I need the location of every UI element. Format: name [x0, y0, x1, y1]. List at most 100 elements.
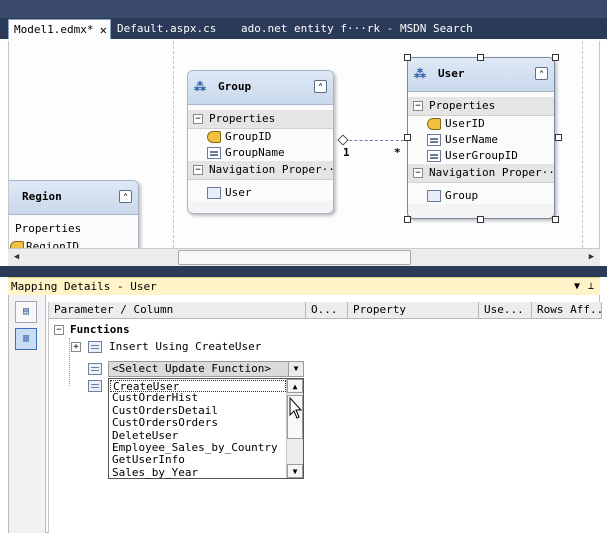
collapse-section-icon[interactable]: − [413, 168, 423, 178]
entity-user[interactable]: ⁂ User ⌃ − Properties UserID UserName Us… [407, 57, 555, 219]
property-name: GroupID [225, 130, 272, 143]
entity-header[interactable]: Region ⌃ [9, 181, 138, 215]
property-name: UserGroupID [445, 149, 518, 162]
map-to-functions-button[interactable]: ▥ [15, 328, 37, 350]
property-icon [427, 150, 441, 162]
selection-handle[interactable] [555, 134, 562, 141]
property-row[interactable]: UserID [408, 116, 554, 132]
entity-designer-surface[interactable]: Region ⌃ Properties RegionID ⁂ Group ⌃ −… [8, 41, 600, 266]
function-icon [88, 341, 102, 353]
designer-horizontal-scrollbar[interactable]: ◀ ▶ [8, 248, 600, 266]
section-label: Properties [429, 99, 496, 112]
property-name: GroupName [225, 146, 285, 159]
pin-icon[interactable]: ⊥ [588, 278, 594, 295]
column-header[interactable]: Use... [479, 302, 532, 319]
dropdown-option[interactable]: CustOrdersOrders [110, 416, 286, 429]
map-to-tables-button[interactable]: ▤ [15, 301, 37, 323]
expand-icon[interactable]: + [71, 342, 81, 352]
navigation-icon [207, 187, 221, 199]
tab-label: Model1.edmx* [14, 23, 94, 36]
selection-handle[interactable] [404, 216, 411, 223]
entity-group[interactable]: ⁂ Group ⌃ − Properties GroupID GroupName… [187, 70, 334, 214]
entity-title: User [438, 67, 465, 80]
tab-model1-edmx[interactable]: Model1.edmx* ✕ [8, 19, 111, 40]
association-end-diamond [337, 134, 349, 146]
key-icon [207, 131, 221, 143]
collapse-icon[interactable]: ⌃ [314, 80, 327, 93]
selection-handle[interactable] [552, 216, 559, 223]
tab-msdn-search[interactable]: ado.net entity f···rk - MSDN Search [236, 19, 478, 40]
functions-label: Functions [70, 323, 130, 336]
scroll-left-icon[interactable]: ◀ [8, 249, 25, 266]
scroll-right-icon[interactable]: ▶ [583, 249, 600, 266]
scroll-down-icon[interactable]: ▼ [287, 464, 303, 478]
collapse-section-icon[interactable]: − [413, 101, 423, 111]
collapse-section-icon[interactable]: − [193, 114, 203, 124]
navigation-row[interactable]: Group [408, 188, 554, 204]
properties-section[interactable]: Properties [9, 220, 138, 239]
selection-handle[interactable] [477, 54, 484, 61]
selection-handle[interactable] [477, 216, 484, 223]
entity-header[interactable]: ⁂ User ⌃ [408, 58, 554, 92]
update-function-select[interactable]: <Select Update Function> ▼ [108, 361, 304, 377]
page-guide-line [173, 41, 174, 248]
function-dropdown-list[interactable]: CreateUser CustOrderHist CustOrdersDetai… [108, 378, 304, 479]
scroll-up-icon[interactable]: ▲ [287, 379, 303, 393]
property-row[interactable]: GroupName [188, 145, 333, 161]
mapping-details-title-bar[interactable]: Mapping Details - User ▼ ⊥ [8, 277, 600, 295]
property-name: UserID [445, 117, 485, 130]
multiplicity-one: 1 [343, 146, 350, 159]
insert-function-label: Insert Using CreateUser [109, 340, 262, 353]
column-header[interactable]: Parameter / Column [49, 302, 306, 319]
tab-label: Default.aspx.cs [117, 22, 217, 35]
entity-title: Group [218, 80, 252, 93]
entity-icon: ⁂ [194, 80, 206, 94]
properties-section[interactable]: − Properties [188, 110, 333, 129]
toolbar-band [0, 0, 607, 18]
column-header[interactable]: O... [306, 302, 348, 319]
property-row[interactable]: GroupID [188, 129, 333, 145]
properties-section[interactable]: − Properties [408, 97, 554, 116]
entity-header[interactable]: ⁂ Group ⌃ [188, 71, 333, 105]
property-row[interactable]: UserName [408, 132, 554, 148]
property-name: UserName [445, 133, 498, 146]
dropdown-option[interactable]: Sales_by_Year [110, 466, 286, 479]
navigation-icon [427, 190, 441, 202]
selection-handle[interactable] [404, 54, 411, 61]
entity-title: Region [22, 190, 62, 203]
dropdown-icon[interactable]: ▼ [288, 362, 303, 376]
page-guide-line [582, 41, 583, 248]
navigation-section[interactable]: − Navigation Proper··· [408, 164, 554, 183]
dropdown-option[interactable]: CustOrderHist [110, 392, 286, 404]
association-line[interactable] [344, 140, 409, 141]
scroll-thumb[interactable] [178, 250, 411, 265]
dropdown-icon[interactable]: ▼ [574, 278, 580, 295]
collapse-icon[interactable]: ⌃ [535, 67, 548, 80]
navigation-row[interactable]: User [188, 185, 333, 201]
selection-handle[interactable] [552, 54, 559, 61]
document-tab-strip: Model1.edmx* ✕ Default.aspx.cs ado.net e… [0, 0, 607, 41]
dropdown-option[interactable]: GetUserInfo [110, 454, 286, 466]
select-value: <Select Update Function> [112, 362, 271, 375]
close-tab-icon[interactable]: ✕ [100, 20, 107, 40]
function-icon [88, 363, 102, 375]
navigation-section[interactable]: − Navigation Proper··· [188, 161, 333, 180]
tab-default-aspx-cs[interactable]: Default.aspx.cs [112, 19, 221, 40]
collapse-section-icon[interactable]: − [193, 165, 203, 175]
dropdown-scrollbar[interactable]: ▲ ▼ [286, 379, 303, 478]
mapping-grid[interactable]: Parameter / Column O... Property Use... … [48, 302, 602, 533]
navigation-name: User [225, 186, 252, 199]
selection-handle[interactable] [404, 134, 411, 141]
section-label: Navigation Proper··· [209, 163, 333, 176]
key-icon [427, 118, 441, 130]
entity-icon: ⁂ [414, 67, 426, 81]
collapse-icon[interactable]: ⌃ [119, 190, 132, 203]
cursor-icon [289, 396, 303, 419]
column-header[interactable]: Rows Aff... [532, 302, 602, 319]
collapse-icon[interactable]: − [54, 325, 64, 335]
property-icon [427, 134, 441, 146]
mapping-toolbar: ▤ ▥ [9, 295, 46, 533]
property-row[interactable]: UserGroupID [408, 148, 554, 164]
navigation-name: Group [445, 189, 479, 202]
column-header[interactable]: Property [348, 302, 479, 319]
